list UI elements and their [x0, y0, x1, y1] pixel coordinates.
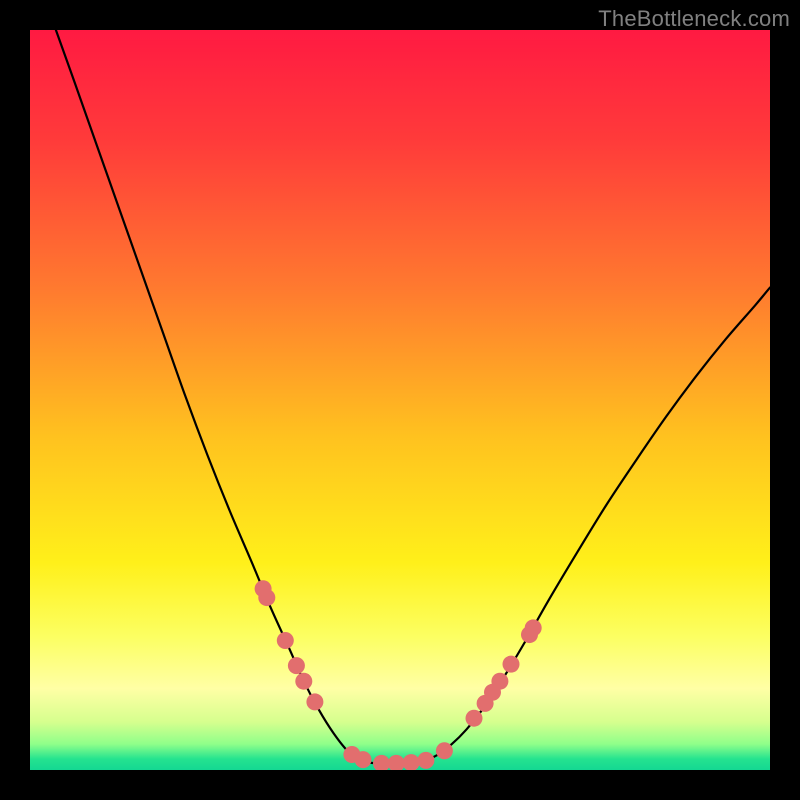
- marker-dot: [491, 673, 508, 690]
- marker-dot: [503, 656, 520, 673]
- marker-dot: [436, 742, 453, 759]
- marker-dot: [417, 752, 434, 769]
- marker-dot: [295, 673, 312, 690]
- marker-dot: [258, 589, 275, 606]
- marker-dot: [288, 657, 305, 674]
- marker-dot: [525, 619, 542, 636]
- marker-dot: [355, 751, 372, 768]
- marker-dot: [306, 693, 323, 710]
- marker-dot: [466, 710, 483, 727]
- attribution-label: TheBottleneck.com: [598, 6, 790, 32]
- marker-dot: [277, 632, 294, 649]
- bottleneck-chart: [30, 30, 770, 770]
- chart-background: [30, 30, 770, 770]
